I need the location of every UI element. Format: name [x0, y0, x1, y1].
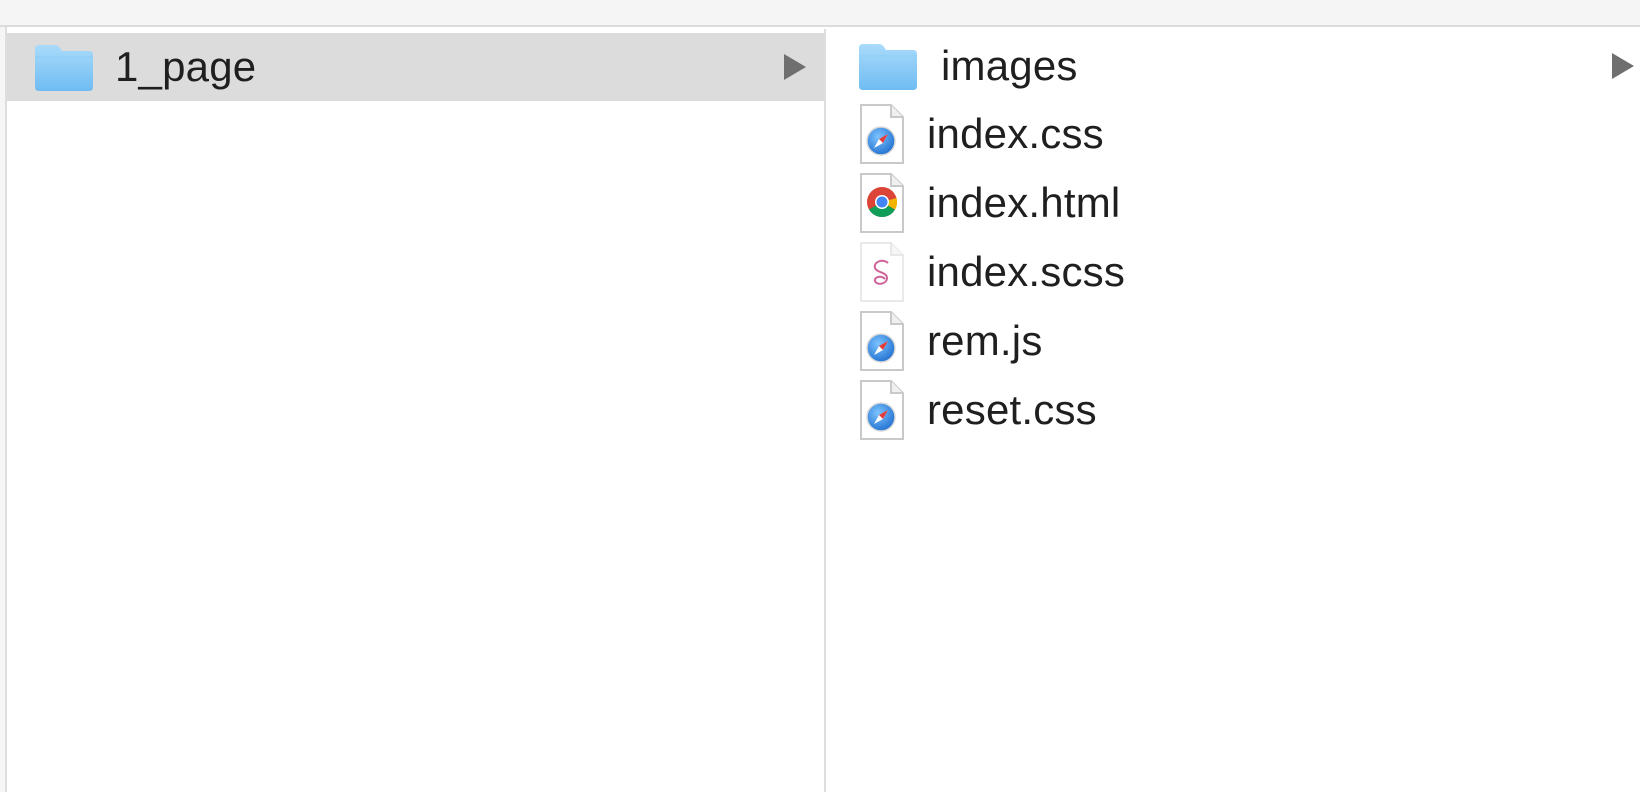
column-1[interactable]: 1_page [7, 29, 826, 792]
list-item-index-html[interactable]: index.html [828, 169, 1640, 237]
safari-document-icon [857, 103, 905, 165]
disclosure-triangle-icon[interactable] [1612, 53, 1634, 79]
item-name: 1_page [115, 43, 257, 90]
sass-document-icon [857, 241, 905, 303]
item-name: images [941, 42, 1078, 89]
item-name: rem.js [927, 317, 1043, 364]
folder-icon [33, 41, 95, 93]
folder-icon [857, 40, 919, 92]
list-item-images[interactable]: images [828, 32, 1640, 100]
finder-column-view: 1_page images index.css index.html index… [0, 0, 1640, 792]
item-name: reset.css [927, 386, 1097, 433]
list-item-index-scss[interactable]: index.scss [828, 238, 1640, 306]
item-name: index.html [927, 179, 1121, 226]
list-item-rem-js[interactable]: rem.js [828, 307, 1640, 375]
list-item-1-page[interactable]: 1_page [7, 33, 824, 101]
disclosure-triangle-icon[interactable] [784, 54, 806, 80]
item-name: index.css [927, 110, 1104, 157]
item-name: index.scss [927, 248, 1126, 295]
chrome-document-icon [857, 172, 905, 234]
window-top-strip [0, 0, 1640, 27]
safari-document-icon [857, 379, 905, 441]
safari-document-icon [857, 310, 905, 372]
column-2[interactable]: images index.css index.html index.scss r… [828, 29, 1640, 792]
list-item-reset-css[interactable]: reset.css [828, 376, 1640, 444]
left-column-edge [0, 27, 7, 792]
list-item-index-css[interactable]: index.css [828, 100, 1640, 168]
